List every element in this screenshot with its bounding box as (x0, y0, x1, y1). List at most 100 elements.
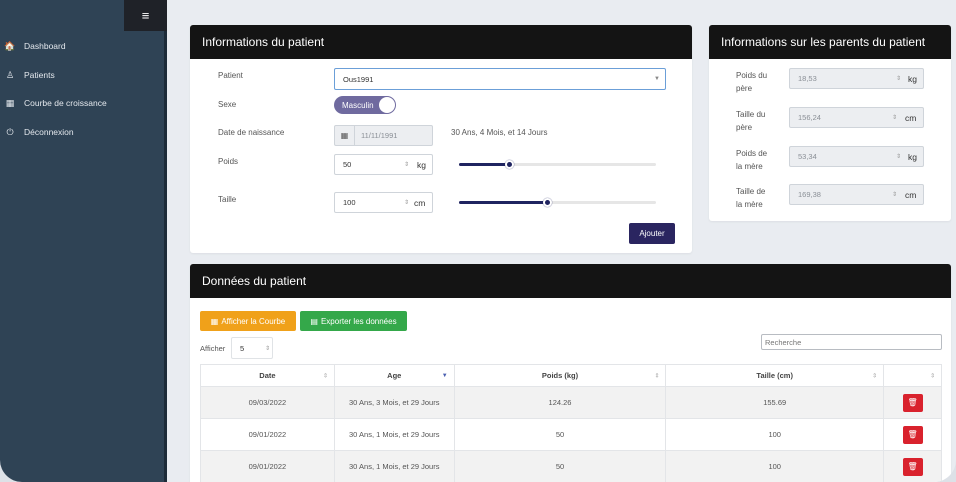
patient-select[interactable]: Ous1991 ▼ (334, 68, 666, 90)
sidebar-item-growth-chart[interactable]: ▦ Courbe de croissance (4, 96, 107, 110)
show-chart-button[interactable]: ▦ Afficher la Courbe (200, 311, 296, 331)
table-row: 09/01/2022 30 Ans, 1 Mois, et 29 Jours 5… (200, 418, 942, 451)
father-height-label: Taille du père (736, 110, 766, 132)
dob-value: 11/11/1991 (361, 131, 398, 140)
cell-date: 09/01/2022 (200, 418, 335, 451)
father-weight-input[interactable]: 18,53 ⇕ kg (789, 68, 924, 89)
sort-icon: ⇕ (322, 373, 328, 379)
father-weight-label: Poids du père (736, 71, 768, 93)
chart-icon: ▦ (210, 316, 219, 326)
panel-title: Données du patient (190, 264, 951, 298)
cell-height: 100 (665, 450, 885, 482)
sidebar-item-label: Patients (24, 70, 55, 80)
delete-button[interactable]: 🗑 (902, 457, 923, 476)
trash-icon: 🗑 (907, 398, 918, 407)
file-icon: ▤ (310, 316, 318, 326)
cell-age: 30 Ans, 1 Mois, et 29 Jours (333, 418, 455, 451)
cell-height: 100 (665, 418, 885, 451)
sexe-label: Sexe (218, 100, 237, 109)
taille-slider[interactable] (459, 198, 656, 207)
show-entries-select[interactable]: 5 ⇕ (231, 337, 273, 359)
menu-toggle-button[interactable]: ≡ (124, 0, 167, 31)
column-header-weight[interactable]: Poids (kg) ⇕ (453, 364, 667, 387)
cell-weight: 124.26 (453, 386, 667, 419)
data-table: Date ⇕ Age ▼ Poids (kg) ⇕ Taille (cm) ⇕ ⇕ 09… (200, 364, 942, 482)
sort-desc-icon: ▼ (441, 372, 448, 379)
sort-icon: ⇕ (929, 373, 935, 379)
sidebar-item-patients[interactable]: ♙ Patients (4, 68, 55, 82)
stepper-icon: ⇕ (896, 76, 902, 82)
cell-weight: 50 (453, 450, 667, 482)
panel-title: Informations du patient (190, 25, 692, 59)
slider-fill (459, 163, 511, 166)
chevron-down-icon: ▼ (654, 76, 660, 82)
table-row: 09/01/2022 30 Ans, 1 Mois, et 29 Jours 5… (200, 450, 942, 482)
sexe-toggle-label: Masculin (342, 100, 374, 110)
dob-input[interactable]: ▦ 11/11/1991 (334, 125, 433, 146)
column-header-date[interactable]: Date ⇕ (200, 364, 335, 387)
column-header-actions[interactable]: ⇕ (883, 364, 942, 387)
power-icon: ⏻ (6, 126, 14, 137)
cell-age: 30 Ans, 1 Mois, et 29 Jours (333, 450, 455, 482)
mother-weight-label: Poids de la mère (736, 149, 768, 171)
taille-label: Taille (218, 195, 237, 204)
sort-icon: ⇕ (654, 373, 660, 379)
chart-icon: ▦ (5, 97, 15, 108)
show-entries-label: Afficher (200, 344, 226, 353)
slider-fill (459, 201, 548, 204)
column-header-age[interactable]: Age ▼ (333, 364, 455, 387)
trash-icon: 🗑 (907, 462, 918, 471)
slider-thumb[interactable] (542, 198, 552, 207)
patient-label: Patient (218, 71, 243, 80)
taille-input[interactable]: 100 ⇕ cm (334, 192, 433, 213)
cell-weight: 50 (453, 418, 667, 451)
cell-age: 30 Ans, 3 Mois, et 29 Jours (333, 386, 455, 419)
cell-date: 09/01/2022 (200, 450, 335, 482)
add-button[interactable]: Ajouter (629, 223, 675, 244)
poids-input[interactable]: 50 ⇕ kg (334, 154, 433, 175)
column-header-height[interactable]: Taille (cm) ⇕ (665, 364, 885, 387)
poids-value: 50 (343, 160, 352, 169)
cell-actions: 🗑 (883, 386, 942, 419)
cell-actions: 🗑 (883, 418, 942, 451)
sidebar: ≡ 🏠 Dashboard ♙ Patients ▦ Courbe de cro… (0, 0, 167, 482)
sort-icon: ⇕ (872, 373, 878, 379)
stepper-icon: ⇕ (892, 192, 898, 198)
table-header-row: Date ⇕ Age ▼ Poids (kg) ⇕ Taille (cm) ⇕ ⇕ (200, 364, 942, 387)
patient-info-panel: Informations du patient (190, 25, 692, 253)
age-text: 30 Ans, 4 Mois, et 14 Jours (451, 128, 548, 137)
delete-button[interactable]: 🗑 (902, 393, 923, 412)
stepper-icon: ⇕ (892, 115, 898, 121)
mother-height-input[interactable]: 169,38 ⇕ cm (789, 184, 924, 205)
table-row: 09/03/2022 30 Ans, 3 Mois, et 29 Jours 1… (200, 386, 942, 419)
search-input[interactable] (761, 334, 942, 350)
sexe-toggle[interactable]: Masculin (334, 96, 396, 114)
hamburger-icon: ≡ (141, 8, 150, 23)
mother-weight-input[interactable]: 53,34 ⇕ kg (789, 146, 924, 167)
poids-unit: kg (417, 160, 426, 170)
stepper-icon: ⇕ (404, 162, 410, 168)
sidebar-item-logout[interactable]: ⏻ Déconnexion (4, 125, 74, 139)
chevron-updown-icon: ⇕ (265, 346, 271, 352)
person-icon: ♙ (5, 69, 15, 80)
export-data-button[interactable]: ▤ Exporter les données (300, 311, 407, 331)
taille-unit: cm (414, 198, 426, 208)
toggle-knob (379, 97, 395, 113)
mother-height-label: Taille de la mère (736, 187, 766, 209)
patient-select-value: Ous1991 (343, 74, 374, 84)
panel-title: Informations sur les parents du patient (709, 25, 951, 59)
delete-button[interactable]: 🗑 (902, 425, 923, 444)
father-height-input[interactable]: 156,24 ⇕ cm (789, 107, 924, 128)
sidebar-item-dashboard[interactable]: 🏠 Dashboard (4, 39, 66, 53)
trash-icon: 🗑 (907, 430, 918, 439)
stepper-icon: ⇕ (404, 200, 410, 206)
cell-date: 09/03/2022 (200, 386, 335, 419)
sidebar-item-label: Dashboard (24, 41, 66, 51)
dob-label: Date de naissance (218, 128, 285, 137)
poids-slider[interactable] (459, 160, 656, 169)
calendar-icon: ▦ (335, 126, 355, 145)
app-frame: ≡ 🏠 Dashboard ♙ Patients ▦ Courbe de cro… (0, 0, 956, 482)
sidebar-item-label: Déconnexion (24, 127, 74, 137)
stepper-icon: ⇕ (896, 154, 902, 160)
home-icon: 🏠 (4, 40, 16, 51)
